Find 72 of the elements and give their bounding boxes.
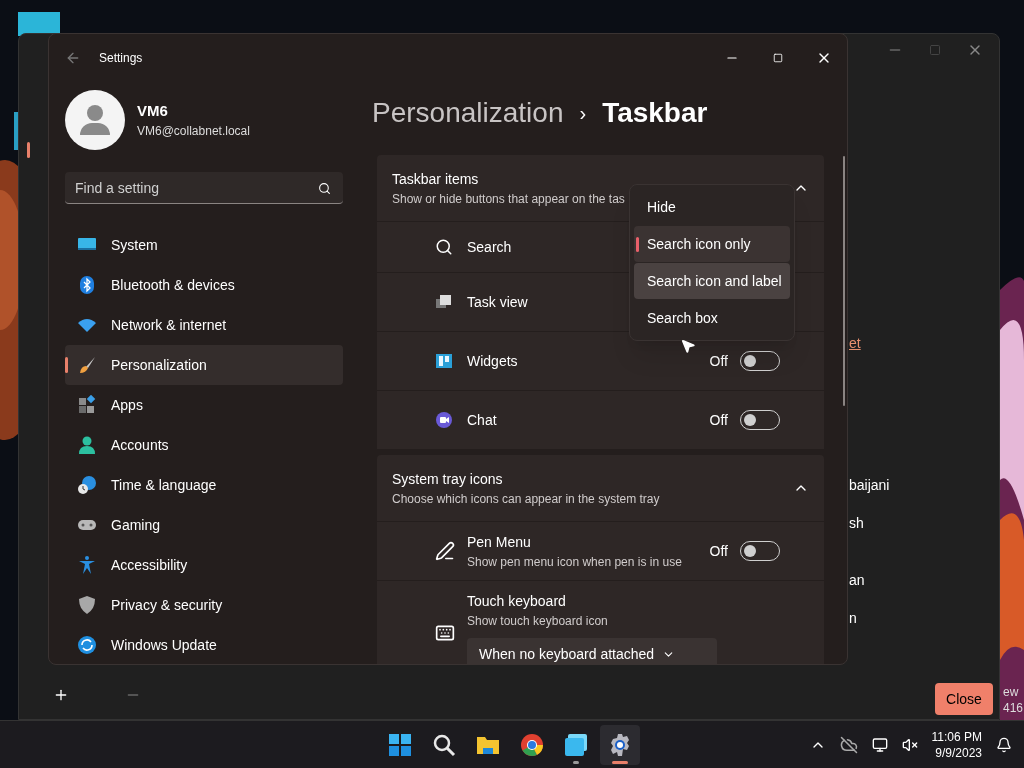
start-icon[interactable] [388, 733, 412, 757]
watermark-text: 416 [1003, 700, 1024, 716]
volume-icon[interactable] [901, 736, 918, 753]
breadcrumb-separator: › [579, 101, 587, 126]
nav-item[interactable]: Windows Update [65, 625, 343, 664]
list-item-text: baijani [849, 476, 890, 495]
add-icon[interactable] [53, 687, 69, 703]
nav-item[interactable]: Gaming [65, 505, 343, 545]
nav-item[interactable]: Privacy & security [65, 585, 343, 625]
gear-icon[interactable] [608, 733, 632, 757]
person-icon [77, 435, 97, 455]
scrollbar[interactable] [843, 156, 845, 406]
search-icon [435, 238, 453, 256]
menu-option[interactable]: Search icon and label [634, 263, 790, 299]
nav-item[interactable]: Apps [65, 385, 343, 425]
network-icon[interactable] [871, 736, 888, 753]
user-name: VM6 [137, 100, 169, 121]
taskbar-button[interactable] [600, 725, 640, 765]
row-description: Show touch keyboard icon [467, 613, 608, 630]
page-title: Taskbar [602, 96, 708, 130]
list-item-text: an [849, 571, 865, 590]
chat-icon [435, 411, 453, 429]
toggle-state: Off [709, 410, 728, 430]
row-label: Touch keyboard [467, 592, 566, 611]
task-view-icon [435, 293, 453, 311]
nav-item[interactable]: System [65, 225, 343, 265]
search-icon [318, 182, 331, 195]
nav-item[interactable]: Accounts [65, 425, 343, 465]
task-view-icon[interactable] [564, 733, 588, 757]
bluetooth-icon [77, 275, 97, 295]
link[interactable]: et [849, 333, 861, 354]
keyboard-icon [435, 623, 455, 643]
search-field[interactable]: Find a setting [65, 172, 343, 204]
row-label: Widgets [467, 351, 518, 371]
cursor-icon [680, 338, 696, 354]
nav-item[interactable]: Network & internet [65, 305, 343, 345]
section-header[interactable]: System tray icons Choose which icons can appear in the system tray [377, 455, 824, 521]
back-icon[interactable] [65, 50, 81, 66]
row-label: Pen Menu [467, 532, 531, 552]
row-label: Task view [467, 292, 528, 312]
widgets-icon [435, 352, 453, 370]
toggle-state: Off [709, 541, 728, 561]
nav-item[interactable]: Personalization [65, 345, 343, 385]
shield-icon [77, 595, 97, 615]
row-label: Search [467, 237, 512, 257]
watermark-text: ew [1003, 684, 1020, 700]
browser-icon[interactable] [520, 733, 544, 757]
nav-item[interactable]: Accessibility [65, 545, 343, 585]
breadcrumb-parent[interactable]: Personalization [372, 92, 564, 134]
globe-clock-icon [77, 475, 97, 495]
dropdown[interactable]: When no keyboard attached [467, 638, 717, 664]
toggle-state: Off [709, 351, 728, 371]
list-item-text: n [849, 609, 857, 628]
row-description: Show pen menu icon when pen is in use [467, 553, 682, 571]
nav-item[interactable]: Time & language [65, 465, 343, 505]
menu-option[interactable]: Search icon only [634, 226, 790, 262]
close-button[interactable]: Close [935, 683, 993, 715]
search-icon[interactable] [432, 733, 456, 757]
refresh-icon [77, 635, 97, 655]
avatar [65, 90, 125, 150]
row-label: Chat [467, 410, 497, 430]
menu-option[interactable]: Search box [634, 300, 790, 336]
window-title: Settings [99, 50, 143, 67]
clock[interactable]: 11:06 PM 9/9/2023 [931, 728, 982, 761]
accessibility-icon [77, 555, 97, 575]
cloud-icon[interactable] [839, 735, 858, 754]
list-item-text: sh [849, 514, 864, 533]
bell-icon[interactable] [996, 736, 1012, 753]
nav-item[interactable]: Bluetooth & devices [65, 265, 343, 305]
pen-icon [435, 541, 455, 561]
apps-icon [77, 395, 97, 415]
user-email: VM6@collabnet.local [137, 123, 250, 141]
